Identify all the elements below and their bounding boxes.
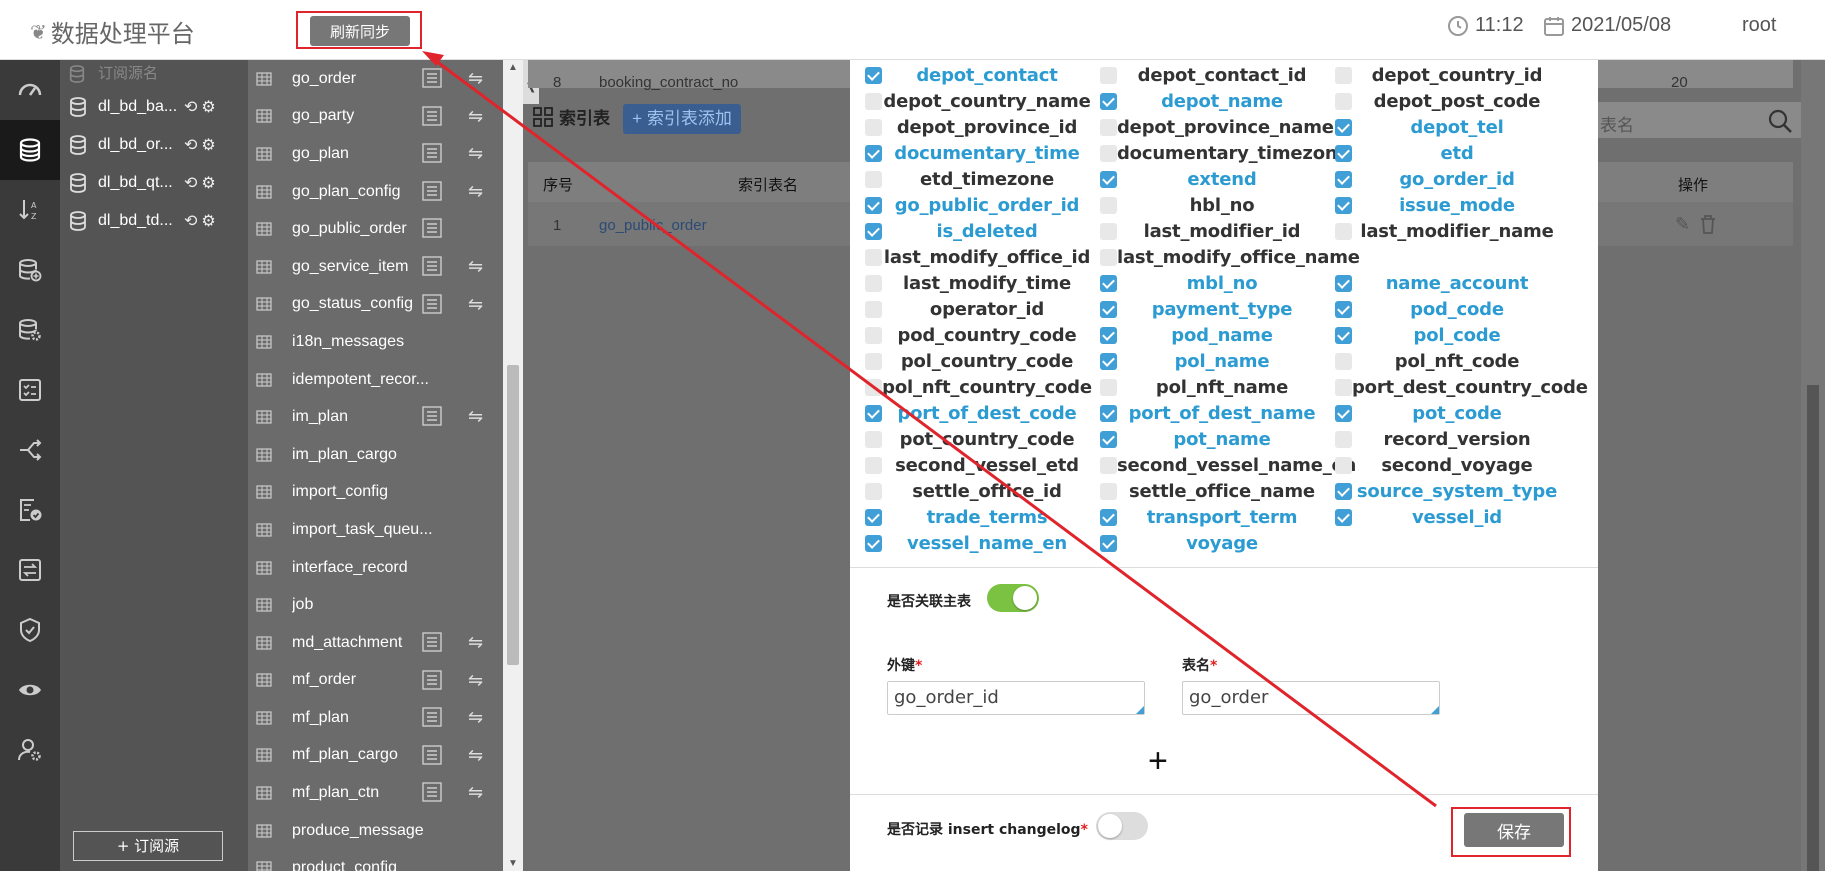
annotation-arrow — [422, 51, 1437, 808]
